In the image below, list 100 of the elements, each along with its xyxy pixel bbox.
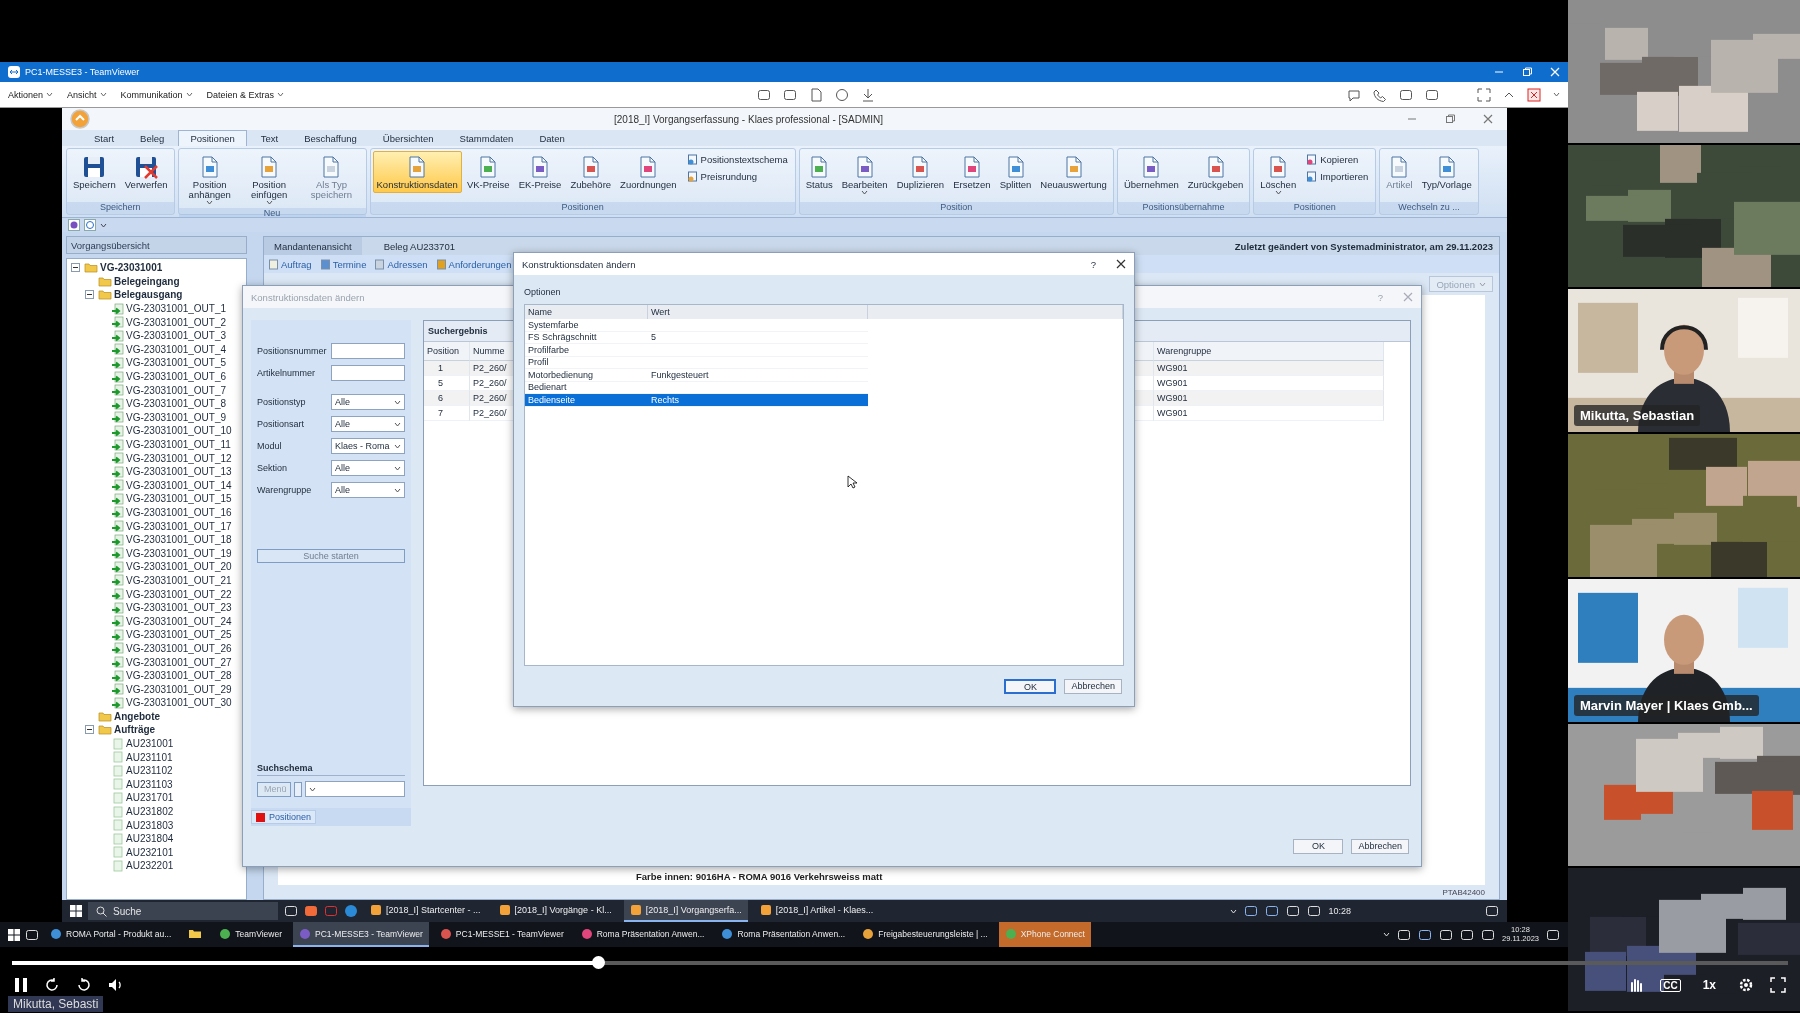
- tree-item[interactable]: Aufträge: [67, 723, 246, 737]
- tree-item[interactable]: VG-23031001_OUT_21: [67, 573, 246, 588]
- ribbon-button[interactable]: Löschen: [1256, 151, 1301, 198]
- tree-item[interactable]: VG-23031001_OUT_6: [67, 369, 246, 384]
- tree-item[interactable]: AU231701: [67, 791, 246, 805]
- tree-item[interactable]: AU231804: [67, 831, 246, 846]
- menu-item[interactable]: Kommunikation: [120, 89, 193, 100]
- tree-item[interactable]: VG-23031001_OUT_16: [67, 505, 246, 520]
- record-icon[interactable]: [68, 219, 80, 231]
- tree-item[interactable]: Belegausgang: [67, 288, 246, 302]
- tree-item[interactable]: VG-23031001_OUT_28: [67, 668, 246, 683]
- dialog-button[interactable]: Abbrechen: [1351, 838, 1409, 854]
- taskbar-button[interactable]: TeamViewer: [213, 922, 288, 947]
- ribbon-button[interactable]: Kopieren: [1303, 153, 1372, 166]
- ribbon-button[interactable]: Preisrundung: [683, 170, 791, 183]
- windows-logo-icon[interactable]: [8, 928, 20, 941]
- toolbar-link[interactable]: Termine: [319, 258, 367, 270]
- forward-icon[interactable]: [76, 977, 92, 993]
- ribbon-tab[interactable]: Beschaffung: [292, 130, 369, 146]
- ribbon-button[interactable]: Positionstextschema: [683, 153, 791, 166]
- rewind-icon[interactable]: [44, 977, 60, 993]
- taskbar-button[interactable]: Roma Präsentation Anwen...: [715, 922, 852, 947]
- ribbon-button[interactable]: Speichern: [69, 151, 120, 193]
- taskbar-button[interactable]: ROMA Portal - Produkt au...: [44, 922, 178, 947]
- tree-item[interactable]: AU232201: [67, 859, 246, 873]
- tree-item[interactable]: VG-23031001_OUT_18: [67, 532, 246, 547]
- close-icon[interactable]: [1116, 259, 1126, 269]
- tree-item[interactable]: VG-23031001_OUT_25: [67, 628, 246, 642]
- tree-item[interactable]: VG-23031001_OUT_9: [67, 410, 246, 425]
- ribbon-tab[interactable]: Start: [82, 130, 127, 146]
- toolbar-link[interactable]: Anforderungen: [435, 258, 512, 270]
- property-value[interactable]: Funkgesteuert: [648, 369, 868, 382]
- ribbon-button[interactable]: Duplizieren: [892, 151, 949, 193]
- slider-thumb[interactable]: [592, 956, 606, 969]
- tree-item[interactable]: VG-23031001_OUT_24: [67, 614, 246, 629]
- ribbon-button[interactable]: Importieren: [1303, 170, 1372, 183]
- ribbon-tab[interactable]: Beleg: [128, 130, 177, 146]
- ribbon-button[interactable]: Konstruktionsdaten: [372, 151, 462, 193]
- ribbon-button[interactable]: Splitten: [995, 151, 1036, 193]
- taskbar-button[interactable]: [2018_I] Artikel - Klaes...: [753, 900, 880, 922]
- tree-item[interactable]: VG-23031001_OUT_23: [67, 600, 246, 615]
- tree-item[interactable]: VG-23031001_OUT_19: [67, 546, 246, 561]
- ribbon-button[interactable]: Ersetzen: [949, 151, 995, 193]
- tree-item[interactable]: VG-23031001_OUT_20: [67, 560, 246, 574]
- phone-icon[interactable]: [1373, 87, 1387, 102]
- tree-item[interactable]: Angebote: [67, 709, 246, 724]
- captions-button[interactable]: CC: [1660, 978, 1681, 992]
- speed-button[interactable]: 1x: [1696, 977, 1722, 993]
- tree-item[interactable]: VG-23031001: [67, 261, 246, 275]
- minus-box-icon[interactable]: [85, 290, 94, 300]
- ribbon-button[interactable]: Zurückgeben: [1183, 151, 1248, 193]
- dialog-button[interactable]: OK: [1293, 838, 1344, 854]
- windows-logo-icon[interactable]: [70, 905, 82, 917]
- tree-item[interactable]: AU231101: [67, 750, 246, 764]
- ribbon-button[interactable]: Position einfügen: [239, 151, 299, 208]
- tree-item[interactable]: VG-23031001_OUT_1: [67, 301, 246, 316]
- dropdown-field[interactable]: Alle: [331, 416, 405, 432]
- refresh-icon[interactable]: [84, 219, 96, 231]
- ribbon-button[interactable]: Bearbeiten: [837, 151, 892, 198]
- toolbar-link[interactable]: Auftrag: [268, 258, 312, 270]
- dropdown-field[interactable]: [305, 781, 405, 797]
- ribbon-button[interactable]: Zubehöre: [566, 151, 616, 193]
- tree-item[interactable]: VG-23031001_OUT_29: [67, 682, 246, 696]
- taskbar-button[interactable]: [2018_I] Vorgangserfa...: [623, 900, 748, 922]
- dropdown-field[interactable]: Alle: [331, 482, 405, 498]
- ribbon-button[interactable]: Position anhängen: [180, 151, 239, 208]
- taskbar-button[interactable]: PC1-MESSE1 - TeamViewer: [433, 922, 570, 947]
- ribbon-button[interactable]: Neuauswertung: [1036, 151, 1111, 193]
- minus-box-icon[interactable]: [71, 263, 80, 273]
- tree-item[interactable]: VG-23031001_OUT_8: [67, 396, 246, 411]
- taskbar-button[interactable]: [2018_I] Vorgänge - Kl...: [492, 900, 618, 922]
- tree-item[interactable]: VG-23031001_OUT_7: [67, 383, 246, 397]
- ribbon-button[interactable]: Typ/Vorlage: [1417, 151, 1476, 193]
- property-value[interactable]: 5: [648, 331, 868, 344]
- tree-item[interactable]: VG-23031001_OUT_22: [67, 587, 246, 601]
- ribbon-button[interactable]: Zuordnungen: [616, 151, 681, 193]
- tree-item[interactable]: VG-23031001_OUT_2: [67, 315, 246, 329]
- tree-item[interactable]: VG-23031001_OUT_4: [67, 342, 246, 357]
- fullscreen-icon[interactable]: [1770, 977, 1786, 993]
- ribbon-button[interactable]: Status: [801, 151, 837, 193]
- ribbon-tab[interactable]: Daten: [527, 130, 577, 146]
- menu-item[interactable]: Aktionen: [8, 89, 54, 100]
- tree-item[interactable]: Belegeingang: [67, 274, 246, 289]
- tree-item[interactable]: VG-23031001_OUT_14: [67, 478, 246, 493]
- ribbon-tab[interactable]: Positionen: [178, 130, 247, 146]
- property-value[interactable]: Rechts: [648, 394, 868, 407]
- close-session-icon[interactable]: [1527, 87, 1541, 102]
- volume-icon[interactable]: [108, 977, 124, 993]
- tree-item[interactable]: VG-23031001_OUT_3: [67, 328, 246, 343]
- taskbar-button[interactable]: Roma Präsentation Anwen...: [574, 922, 711, 947]
- taskbar-button[interactable]: [2018_I] Startcenter - ...: [364, 900, 487, 922]
- pause-icon[interactable]: [14, 977, 28, 993]
- taskbar-button[interactable]: PC1-MESSE3 - TeamViewer: [293, 922, 429, 947]
- toolbar-link[interactable]: Adressen: [374, 258, 428, 270]
- tree-item[interactable]: AU231001: [67, 736, 246, 751]
- dialog-button[interactable]: OK: [1004, 678, 1057, 694]
- property-name[interactable]: Systemfarbe: [525, 319, 648, 332]
- property-name[interactable]: Profil: [525, 356, 648, 369]
- tree-item[interactable]: AU232101: [67, 845, 246, 860]
- help-button[interactable]: ?: [1090, 258, 1096, 270]
